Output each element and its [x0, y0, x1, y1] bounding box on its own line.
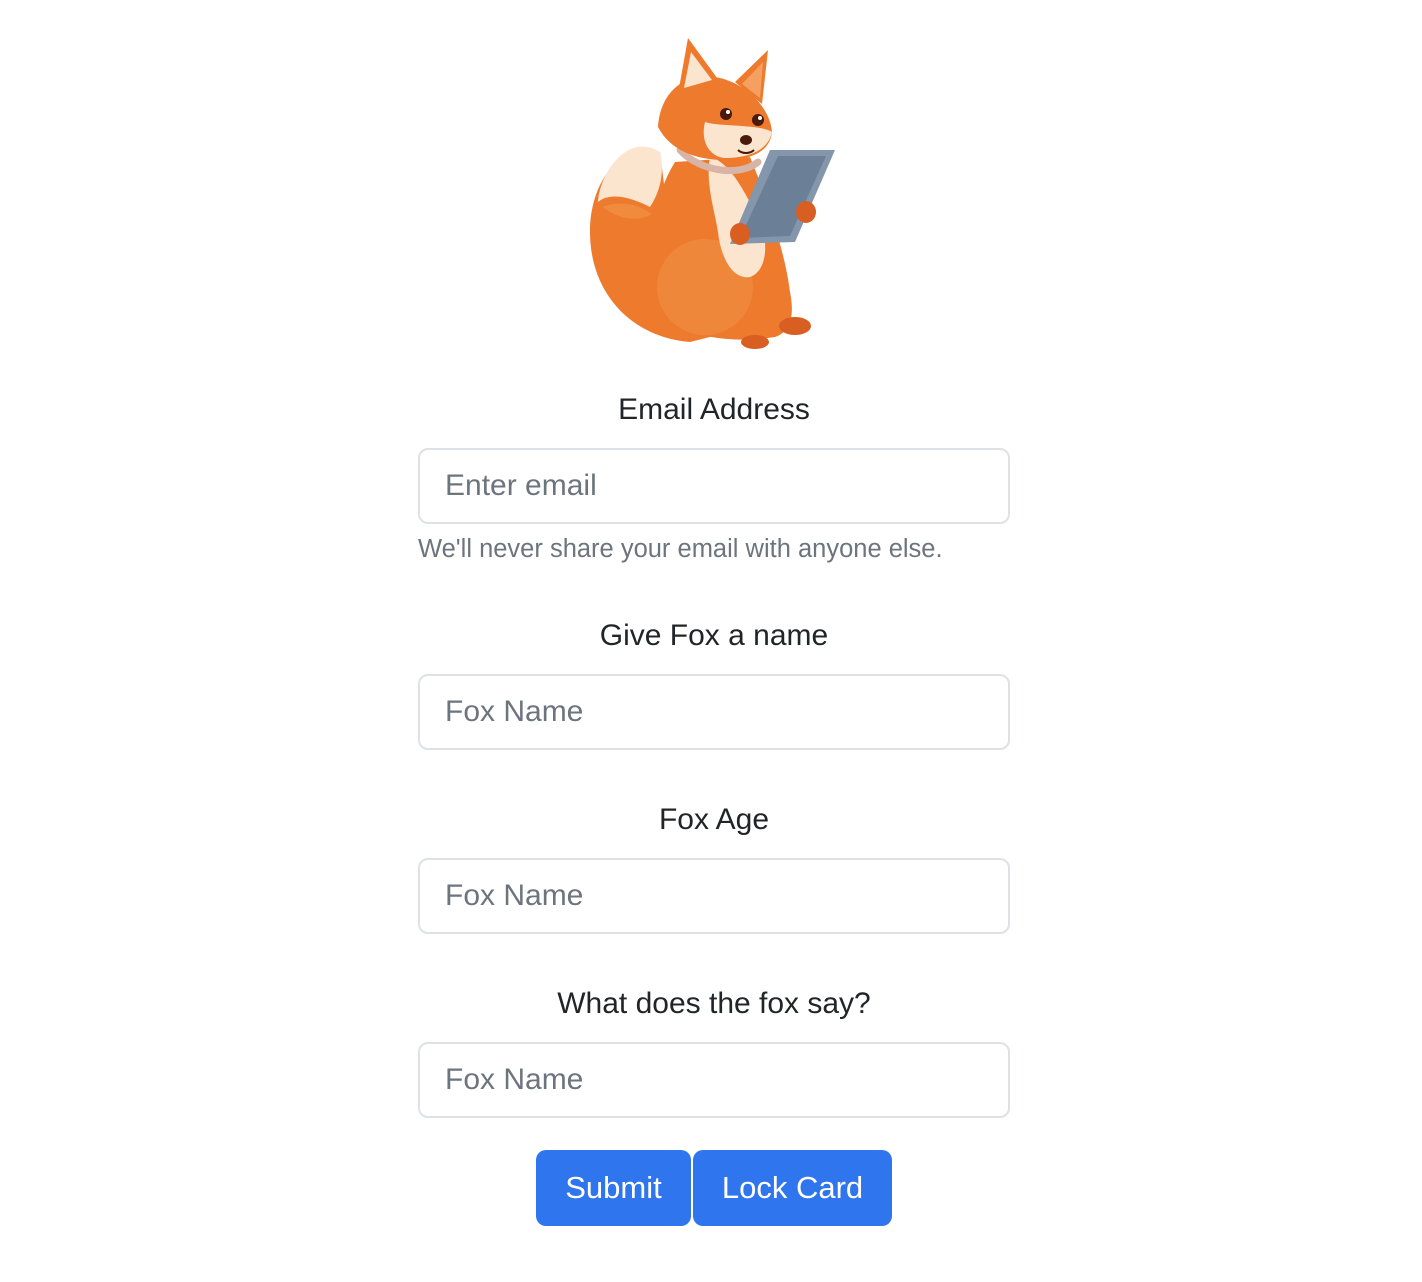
fox-age-group: Fox Age: [418, 794, 1010, 934]
fox-name-label: Give Fox a name: [599, 619, 829, 652]
fox-name-input[interactable]: [418, 674, 1010, 750]
fox-mascot-icon: [590, 38, 835, 349]
page: Email Address We'll never share your ema…: [0, 0, 1422, 1282]
fox-age-input[interactable]: [418, 858, 1010, 934]
fox-age-label: Fox Age: [658, 803, 770, 836]
submit-button[interactable]: Submit: [536, 1150, 691, 1226]
fox-name-group: Give Fox a name: [418, 610, 1010, 750]
fox-says-group: What does the fox say?: [418, 978, 1010, 1118]
email-group: Email Address We'll never share your ema…: [418, 384, 1010, 568]
email-input[interactable]: [418, 448, 1010, 524]
fox-says-label: What does the fox say?: [557, 987, 871, 1020]
email-label: Email Address: [618, 393, 810, 426]
email-help-text: We'll never share your email with anyone…: [418, 535, 943, 563]
button-row: Submit Lock Card: [418, 1150, 1010, 1226]
fox-form: Email Address We'll never share your ema…: [418, 384, 1010, 1226]
fox-says-input[interactable]: [418, 1042, 1010, 1118]
lock-card-button[interactable]: Lock Card: [693, 1150, 892, 1226]
